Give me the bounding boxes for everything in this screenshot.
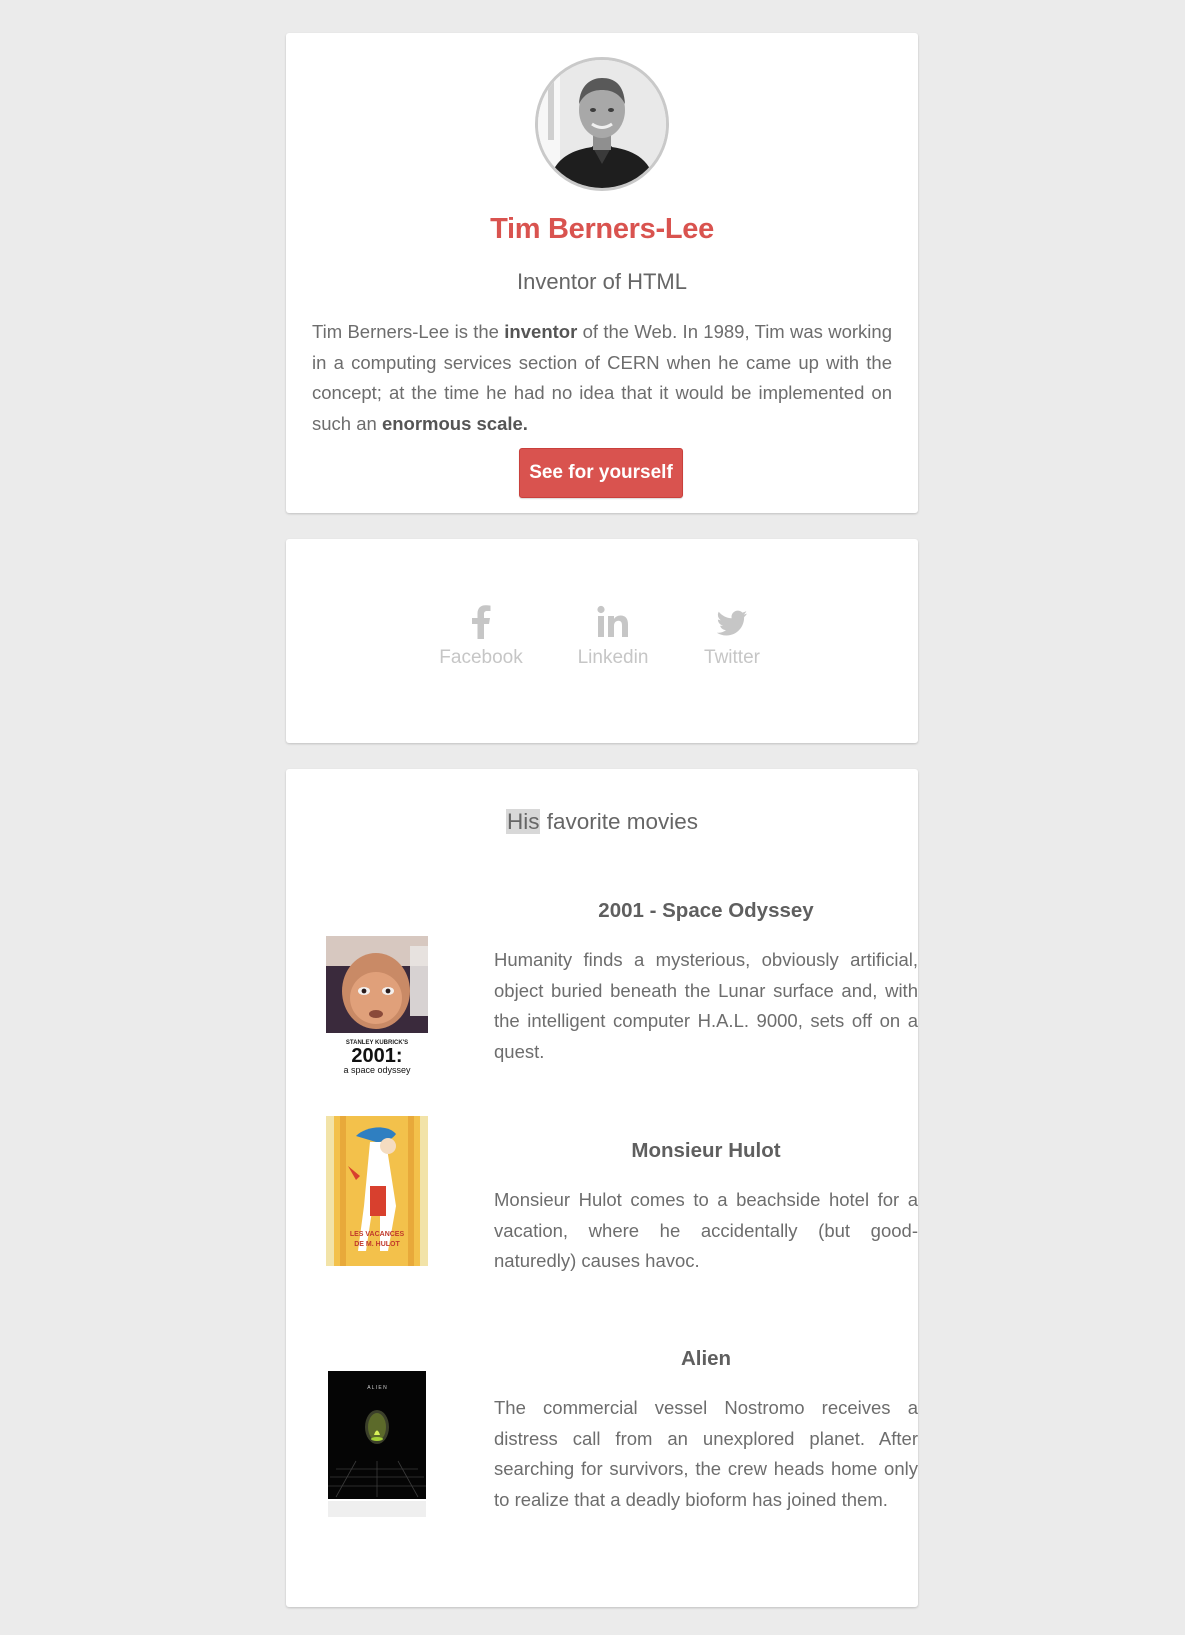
facebook-icon	[421, 605, 541, 645]
social-card: Facebook Linkedin Twitter	[286, 539, 918, 743]
profile-name: Tim Berners-Lee	[490, 213, 714, 245]
poster-text: a space odyssey	[343, 1065, 411, 1075]
movie-title: 2001 - Space Odyssey	[598, 899, 814, 922]
bio-bold-inventor: inventor	[504, 321, 578, 342]
see-for-yourself-button[interactable]: See for yourself	[519, 448, 683, 498]
profile-role: Inventor of HTML	[517, 269, 687, 294]
twitter-link[interactable]: Twitter	[672, 605, 792, 669]
movie-poster-hulot: LES VACANCES DE M. HULOT	[326, 1116, 428, 1266]
twitter-label: Twitter	[704, 647, 760, 668]
profile-bio: Tim Berners-Lee is the inventor of the W…	[312, 317, 892, 439]
facebook-link[interactable]: Facebook	[421, 605, 541, 669]
poster-text: DE M. HULOT	[354, 1241, 400, 1248]
linkedin-icon	[553, 605, 673, 645]
bio-bold-scale: enormous scale.	[381, 412, 528, 434]
movie-poster-alien: A L I E N	[326, 1369, 428, 1519]
avatar	[535, 57, 669, 191]
linkedin-link[interactable]: Linkedin	[553, 605, 673, 669]
heading-text: favorite movies	[540, 809, 699, 834]
poster-text: LES VACANCES	[350, 1231, 405, 1238]
profile-card: Tim Berners-Lee Inventor of HTML Tim Ber…	[286, 33, 918, 513]
heading-highlight: His	[505, 809, 541, 834]
movie-description: Humanity finds a mysterious, obviously a…	[494, 949, 918, 1062]
linkedin-label: Linkedin	[577, 647, 649, 668]
movie-description: Monsieur Hulot comes to a beachside hote…	[494, 1189, 918, 1271]
bio-text: Tim Berners-Lee is the	[312, 321, 505, 342]
facebook-label: Facebook	[439, 647, 523, 668]
movie-title: Monsieur Hulot	[631, 1139, 781, 1162]
movie-poster-2001: STANLEY KUBRICK'S 2001: a space odyssey	[326, 936, 428, 1078]
twitter-icon	[672, 605, 792, 645]
movies-card: His favorite movies STANLEY KUBRICK'S 20…	[286, 769, 918, 1607]
movie-description: The commercial vessel Nostromo receives …	[494, 1397, 918, 1510]
portrait-image	[538, 60, 666, 188]
movies-heading: His favorite movies	[286, 809, 918, 835]
movie-title: Alien	[680, 1347, 732, 1370]
poster-text: A L I E N	[367, 1385, 387, 1391]
poster-text: 2001:	[351, 1045, 402, 1067]
